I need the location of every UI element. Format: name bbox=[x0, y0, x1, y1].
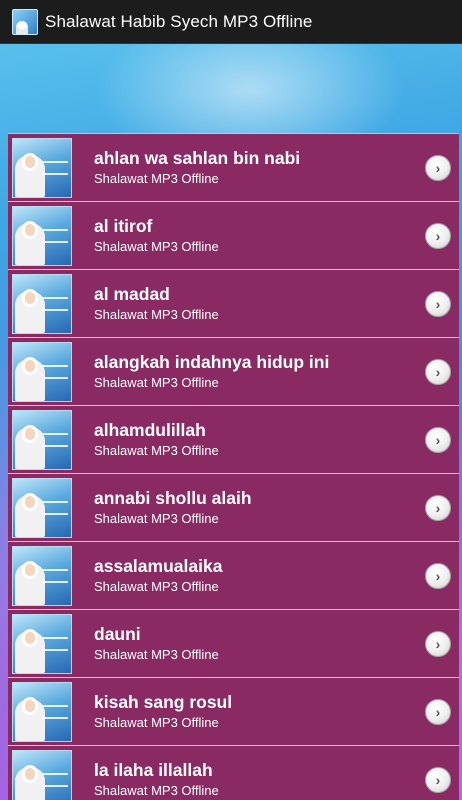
song-title: al madad bbox=[94, 283, 170, 304]
song-title: assalamualaika bbox=[94, 555, 223, 576]
chevron-right-icon[interactable]: › bbox=[425, 154, 451, 181]
song-subtitle: Shalawat MP3 Offline bbox=[94, 714, 219, 730]
list-item[interactable]: dauni Shalawat MP3 Offline › bbox=[8, 609, 459, 677]
list-item[interactable]: alangkah indahnya hidup ini Shalawat MP3… bbox=[8, 337, 459, 405]
song-subtitle: Shalawat MP3 Offline bbox=[94, 306, 219, 322]
song-title: ahlan wa sahlan bin nabi bbox=[94, 147, 301, 168]
song-subtitle: Shalawat MP3 Offline bbox=[94, 170, 219, 186]
album-thumbnail bbox=[12, 409, 72, 470]
album-thumbnail bbox=[12, 545, 72, 606]
album-thumbnail bbox=[12, 613, 72, 674]
song-subtitle: Shalawat MP3 Offline bbox=[94, 510, 219, 526]
chevron-right-icon[interactable]: › bbox=[425, 766, 451, 793]
album-thumbnail bbox=[12, 205, 72, 266]
list-item[interactable]: al madad Shalawat MP3 Offline › bbox=[8, 269, 459, 337]
list-item[interactable]: al itirof Shalawat MP3 Offline › bbox=[8, 201, 459, 269]
list-item[interactable]: assalamualaika Shalawat MP3 Offline › bbox=[8, 541, 459, 609]
song-title: al itirof bbox=[94, 215, 153, 236]
chevron-right-icon[interactable]: › bbox=[425, 426, 451, 453]
song-title: dauni bbox=[94, 623, 141, 644]
album-thumbnail bbox=[12, 749, 72, 800]
song-subtitle: Shalawat MP3 Offline bbox=[94, 238, 219, 254]
album-thumbnail bbox=[12, 273, 72, 334]
song-title: la ilaha illallah bbox=[94, 759, 213, 780]
list-item[interactable]: alhamdulillah Shalawat MP3 Offline › bbox=[8, 405, 459, 473]
song-title: alhamdulillah bbox=[94, 419, 206, 440]
chevron-right-icon[interactable]: › bbox=[425, 698, 451, 725]
chevron-right-icon[interactable]: › bbox=[425, 358, 451, 385]
album-thumbnail bbox=[12, 341, 72, 402]
list-item[interactable]: la ilaha illallah Shalawat MP3 Offline › bbox=[8, 745, 459, 800]
album-thumbnail bbox=[12, 477, 72, 538]
list-item[interactable]: annabi shollu alaih Shalawat MP3 Offline… bbox=[8, 473, 459, 541]
album-thumbnail bbox=[12, 137, 72, 198]
chevron-right-icon[interactable]: › bbox=[425, 290, 451, 317]
album-thumbnail bbox=[12, 681, 72, 742]
song-subtitle: Shalawat MP3 Offline bbox=[94, 442, 219, 458]
list-item[interactable]: kisah sang rosul Shalawat MP3 Offline › bbox=[8, 677, 459, 745]
song-title: annabi shollu alaih bbox=[94, 487, 252, 508]
song-subtitle: Shalawat MP3 Offline bbox=[94, 374, 219, 390]
song-title: alangkah indahnya hidup ini bbox=[94, 351, 330, 372]
chevron-right-icon[interactable]: › bbox=[425, 630, 451, 657]
list-item[interactable]: ahlan wa sahlan bin nabi Shalawat MP3 Of… bbox=[8, 133, 459, 201]
song-title: kisah sang rosul bbox=[94, 691, 233, 712]
song-subtitle: Shalawat MP3 Offline bbox=[94, 782, 219, 798]
action-bar: Shalawat Habib Syech MP3 Offline bbox=[0, 0, 462, 44]
app-icon bbox=[12, 8, 38, 35]
app-title: Shalawat Habib Syech MP3 Offline bbox=[45, 11, 313, 31]
song-subtitle: Shalawat MP3 Offline bbox=[94, 646, 219, 662]
song-list: ahlan wa sahlan bin nabi Shalawat MP3 Of… bbox=[8, 133, 459, 800]
song-subtitle: Shalawat MP3 Offline bbox=[94, 578, 219, 594]
chevron-right-icon[interactable]: › bbox=[425, 562, 451, 589]
chevron-right-icon[interactable]: › bbox=[425, 494, 451, 521]
chevron-right-icon[interactable]: › bbox=[425, 222, 451, 249]
